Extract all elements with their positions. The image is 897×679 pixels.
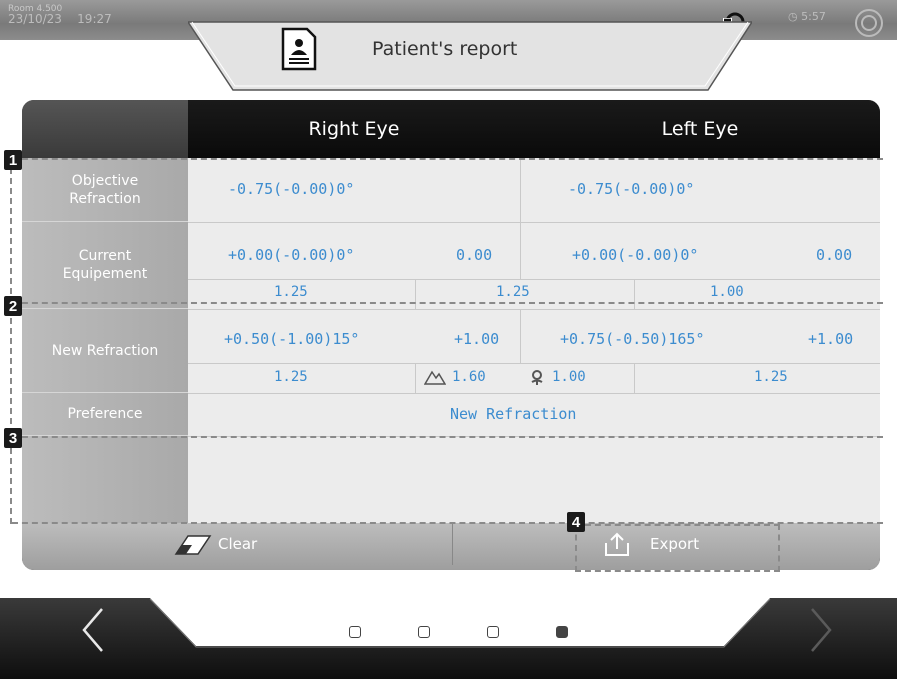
clear-label: Clear xyxy=(218,535,258,553)
callout-line-3 xyxy=(12,436,883,438)
header-corner xyxy=(22,100,188,158)
document-icon xyxy=(281,27,317,71)
callout-line-2 xyxy=(12,302,883,304)
callout-export-box xyxy=(575,524,780,572)
time-label: 19:27 xyxy=(77,12,112,26)
page-dot-1[interactable] xyxy=(349,626,361,638)
left-eye-header: Left Eye xyxy=(520,100,880,158)
power-icon[interactable] xyxy=(852,6,886,40)
callout-outline xyxy=(10,158,883,524)
timer-icon: ◷ 5:57 xyxy=(788,10,826,23)
status-info: Room 4.500 23/10/23 19:27 xyxy=(8,4,112,26)
bottom-nav-bar xyxy=(0,598,897,679)
page-title: Patient's report xyxy=(372,38,518,60)
page-dot-2[interactable] xyxy=(418,626,430,638)
callout-3: 3 xyxy=(4,428,22,448)
page-dot-3[interactable] xyxy=(487,626,499,638)
page-dot-4[interactable] xyxy=(556,626,568,638)
chevron-right-icon[interactable] xyxy=(808,607,834,653)
callout-line-1 xyxy=(12,158,883,160)
callout-4: 4 xyxy=(567,512,585,532)
callout-1: 1 xyxy=(4,150,22,170)
chevron-left-icon[interactable] xyxy=(80,607,106,653)
callout-2: 2 xyxy=(4,296,22,316)
date-label: 23/10/23 xyxy=(8,12,62,26)
timer-label: 5:57 xyxy=(801,10,826,23)
right-eye-header: Right Eye xyxy=(188,100,520,158)
clear-button[interactable]: Clear xyxy=(172,523,257,565)
eraser-icon xyxy=(174,535,212,555)
